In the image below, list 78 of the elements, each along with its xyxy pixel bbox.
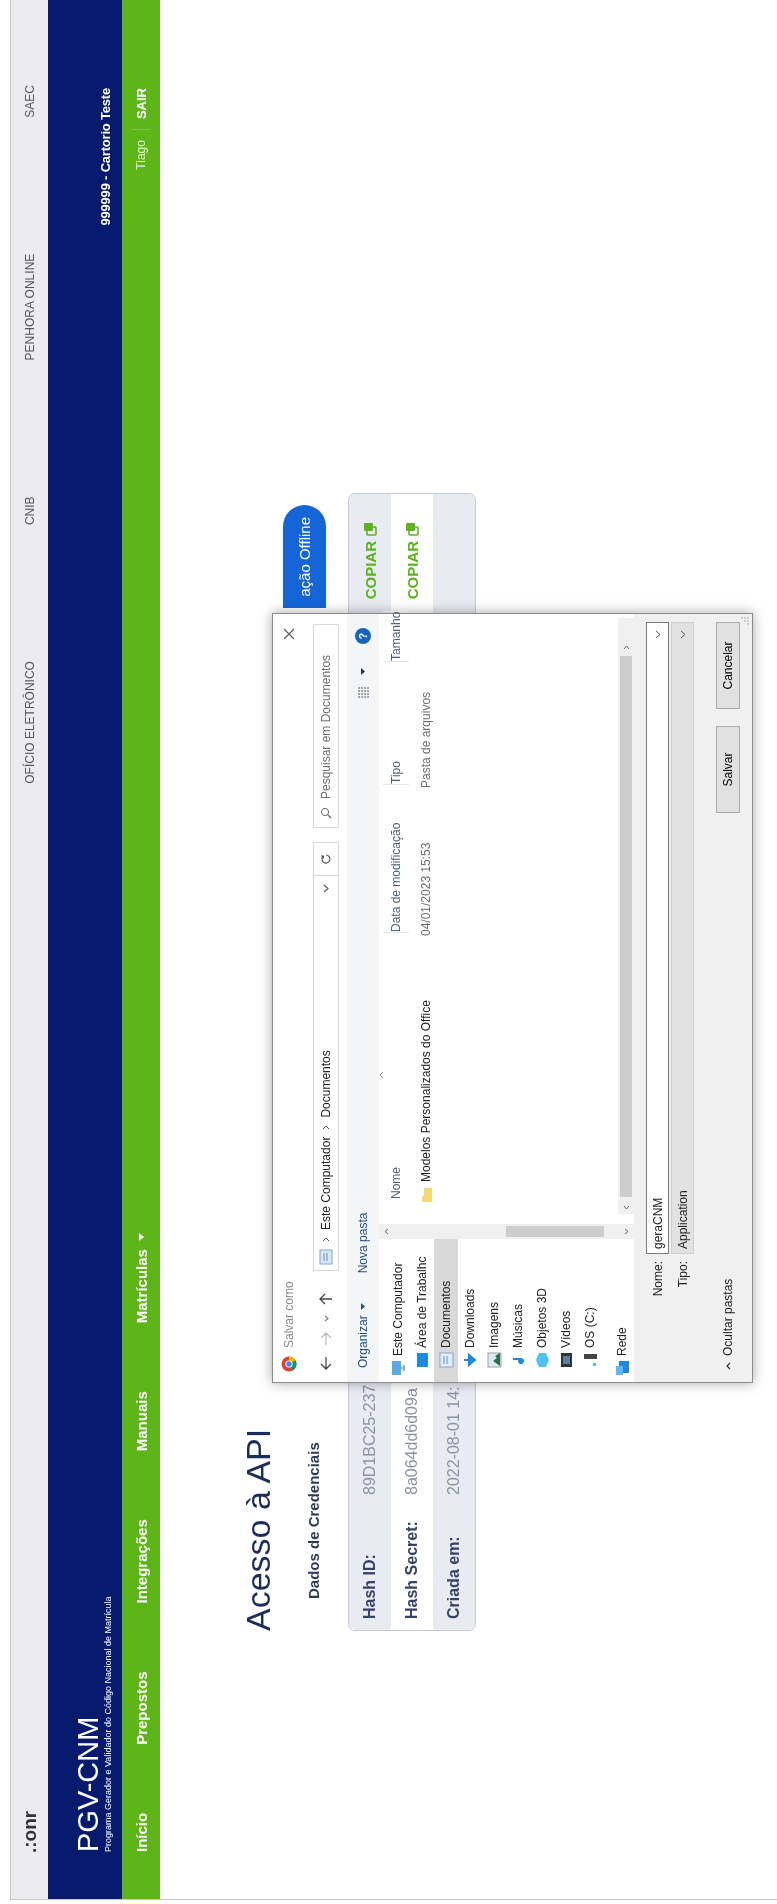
folder-tree-item[interactable]: Imagens xyxy=(482,1239,506,1382)
logo[interactable]: .:onr xyxy=(18,1810,41,1853)
refresh-icon xyxy=(320,853,332,865)
dialog-title: Salvar como xyxy=(282,1281,296,1348)
credential-label: Criada em: xyxy=(445,1535,463,1619)
help-icon[interactable]: ? xyxy=(355,628,371,644)
credential-value: 2022-08-01 14: xyxy=(445,1386,463,1495)
folder-tree-item[interactable]: Área de Trabalhc xyxy=(410,1239,434,1382)
dropdown-chevron-icon xyxy=(679,630,686,639)
desktop-icon xyxy=(414,1352,430,1368)
folder-tree-item[interactable]: Objetos 3D xyxy=(530,1239,554,1382)
images-icon xyxy=(486,1352,502,1368)
hide-folders-toggle[interactable]: Ocultar pastas xyxy=(721,1278,735,1370)
copy-icon xyxy=(363,522,377,536)
back-arrow-icon[interactable] xyxy=(320,1356,332,1370)
chevron-icon xyxy=(322,1124,330,1130)
up-arrow-icon[interactable] xyxy=(319,1293,333,1305)
copy-icon xyxy=(405,522,419,536)
top-link[interactable]: OFÍCIO ELETRÔNICO xyxy=(22,661,37,784)
objects-icon xyxy=(534,1352,550,1368)
caret-icon xyxy=(361,1303,365,1311)
modified-date-cell-text: 04/01/2023 15:53 xyxy=(419,841,433,936)
column-header[interactable]: Tipo xyxy=(383,661,409,784)
folder-tree-item[interactable]: Este Computador xyxy=(386,1239,410,1382)
credential-label: Hash ID: xyxy=(361,1553,379,1619)
toolbar-button[interactable]: Nova pasta xyxy=(354,1208,372,1278)
credential-value: 89D1BC25-237 xyxy=(361,1384,379,1495)
refresh-button[interactable] xyxy=(313,842,339,875)
file-name-label: Nome: xyxy=(650,1261,665,1299)
column-header[interactable]: Tamanho xyxy=(383,610,409,661)
file-name-field[interactable]: geraCNM xyxy=(646,622,669,1254)
folder-tree-item[interactable]: Rede xyxy=(610,1239,634,1382)
page-title: Acesso à API xyxy=(238,1427,278,1631)
file-type-label: Tipo: xyxy=(675,1261,690,1290)
caret-icon xyxy=(725,1362,731,1370)
resize-grip-icon[interactable] xyxy=(741,617,749,625)
folder-tree-item[interactable]: Vídeos xyxy=(554,1239,578,1382)
folder-tree-item[interactable]: OS (C:) xyxy=(578,1239,602,1382)
videos-icon xyxy=(558,1352,574,1368)
chevron-icon xyxy=(322,1237,330,1242)
top-link[interactable]: SAEC xyxy=(22,85,37,118)
breadcrumb-item[interactable]: Documentos xyxy=(319,1050,333,1118)
credential-label: Hash Secret: xyxy=(403,1520,421,1619)
downloads-icon xyxy=(462,1352,478,1368)
view-options-icon[interactable] xyxy=(357,685,369,699)
dropdown-chevron-icon[interactable] xyxy=(655,630,661,639)
user-name: Tiago xyxy=(134,140,148,170)
search-field[interactable]: Pesquisar em Documentos xyxy=(313,624,339,828)
top-link[interactable]: CNIB xyxy=(22,496,37,526)
breadcrumb-item[interactable]: Este Computador xyxy=(319,1136,333,1230)
top-link[interactable]: PENHORA ONLINE xyxy=(22,253,37,361)
file-name-cell[interactable]: Modelos Personalizados do Office xyxy=(419,1000,433,1203)
toolbar-button[interactable]: Organizar xyxy=(354,1299,372,1372)
dialog-button[interactable]: Cancelar xyxy=(716,622,740,709)
documents-icon xyxy=(438,1352,454,1368)
offline-button[interactable]: ação Offline xyxy=(283,505,326,608)
dropdown-chevron-icon[interactable] xyxy=(323,884,329,893)
browser-logo-icon xyxy=(281,1356,297,1372)
folder-tree-item[interactable]: Downloads xyxy=(458,1239,482,1382)
folder-tree-item[interactable]: Documentos xyxy=(434,1239,458,1382)
app-subtitle: Programa Gerador e Validador do Código Nacional de Matrícula xyxy=(103,1596,113,1852)
column-header[interactable]: Data de modificação xyxy=(383,784,409,932)
network-icon xyxy=(614,1360,630,1376)
search-icon xyxy=(320,807,332,819)
app-title: PGV-CNM xyxy=(73,1715,103,1852)
documents-icon xyxy=(319,1249,333,1265)
caret-icon xyxy=(138,1233,144,1242)
file-type-dropdown[interactable]: Application xyxy=(671,622,694,1254)
address-bar[interactable]: Este Computador Documentos xyxy=(313,875,339,1271)
credential-value: 8a064dd6d09a xyxy=(403,1388,421,1495)
folder-tree-item[interactable]: Músicas xyxy=(506,1239,530,1382)
file-type-cell-text: Pasta de arquivos xyxy=(419,690,433,788)
office-name: 999999 - Cartorio Teste xyxy=(98,88,114,226)
dialog-button[interactable]: Salvar xyxy=(716,726,740,813)
computer-icon xyxy=(390,1360,406,1376)
caret-icon[interactable] xyxy=(361,668,365,675)
section-title: Dados de Credenciais xyxy=(305,1442,322,1599)
column-header[interactable]: Nome xyxy=(383,932,409,1199)
